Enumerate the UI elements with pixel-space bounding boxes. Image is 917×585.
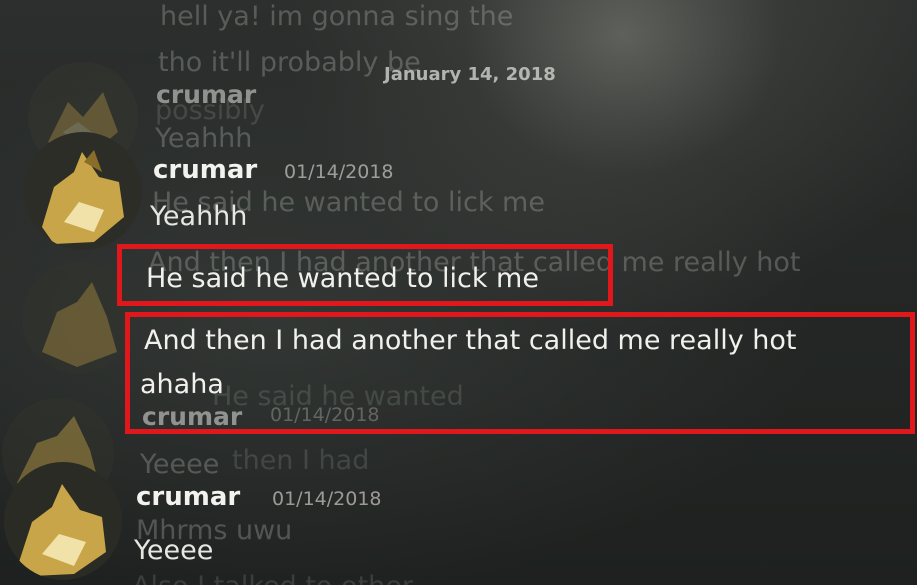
message-text: Yeahhh <box>150 201 248 232</box>
highlight-box <box>125 312 915 434</box>
date-divider: January 14, 2018 <box>384 64 556 85</box>
chat-screen-photo: hell ya! im gonna sing the tho it'll pro… <box>0 0 917 585</box>
message-text: Yeeee <box>134 535 214 566</box>
ghost-message-line: then I had <box>232 445 370 476</box>
ghost-message-line: possibly <box>155 95 265 126</box>
user-avatar[interactable] <box>4 462 122 580</box>
ghost-message-line: Yeahhh <box>155 123 253 154</box>
ghost-message-line: Yeeee <box>140 449 220 480</box>
cat-icon <box>24 132 142 250</box>
message-username[interactable]: crumar <box>153 155 257 185</box>
ghost-message-line: Also I talked to other <box>132 572 413 585</box>
message-timestamp: 01/14/2018 <box>284 161 394 183</box>
message-timestamp: 01/14/2018 <box>272 488 382 510</box>
ghost-message-line: hell ya! im gonna sing the <box>160 1 514 32</box>
message-username[interactable]: crumar <box>136 482 240 512</box>
highlight-box <box>117 244 613 306</box>
user-avatar[interactable] <box>24 132 142 250</box>
cat-icon <box>4 462 122 580</box>
ghost-message-line: tho it'll probably be <box>158 47 421 78</box>
